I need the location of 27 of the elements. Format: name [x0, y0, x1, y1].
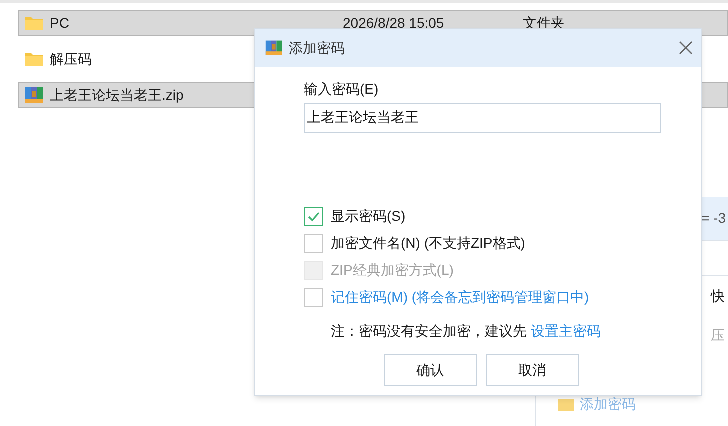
password-field[interactable]: 上老王论坛当老王	[304, 103, 661, 133]
file-date: 2026/8/28 15:05	[343, 14, 446, 32]
close-icon[interactable]	[679, 41, 693, 55]
file-name: 上老王论坛当老王.zip	[50, 86, 184, 102]
checkbox[interactable]	[304, 234, 323, 253]
folder-icon	[24, 51, 44, 67]
dialog-title: 添加密码	[289, 38, 346, 58]
checkbox-label[interactable]: 加密文件名(N) (不支持ZIP格式)	[331, 233, 526, 254]
cancel-button[interactable]: 取消	[486, 354, 579, 386]
folder-icon	[24, 15, 44, 31]
file-name: PC	[50, 14, 70, 30]
master-password-link[interactable]: 设置主密码	[530, 323, 601, 339]
panel-text: 压	[711, 326, 725, 344]
panel-text: = -3	[701, 209, 726, 228]
folder-icon	[558, 398, 574, 410]
archive-icon	[24, 85, 44, 105]
archive-icon	[265, 39, 283, 57]
check-icon	[308, 212, 320, 222]
checkbox[interactable]	[304, 288, 323, 307]
file-name: 解压码	[50, 50, 92, 66]
panel-text: 快	[711, 286, 725, 306]
confirm-button[interactable]: 确认	[384, 354, 477, 386]
checkbox-label[interactable]: 记住密码(M) (将会备忘到密码管理窗口中)	[331, 287, 590, 308]
field-label: 输入密码(E)	[304, 80, 380, 99]
checkbox[interactable]	[304, 207, 323, 226]
checkbox-label[interactable]: 显示密码(S)	[331, 206, 406, 227]
note-text: 注：密码没有安全加密，建议先 设置主密码	[331, 323, 601, 339]
